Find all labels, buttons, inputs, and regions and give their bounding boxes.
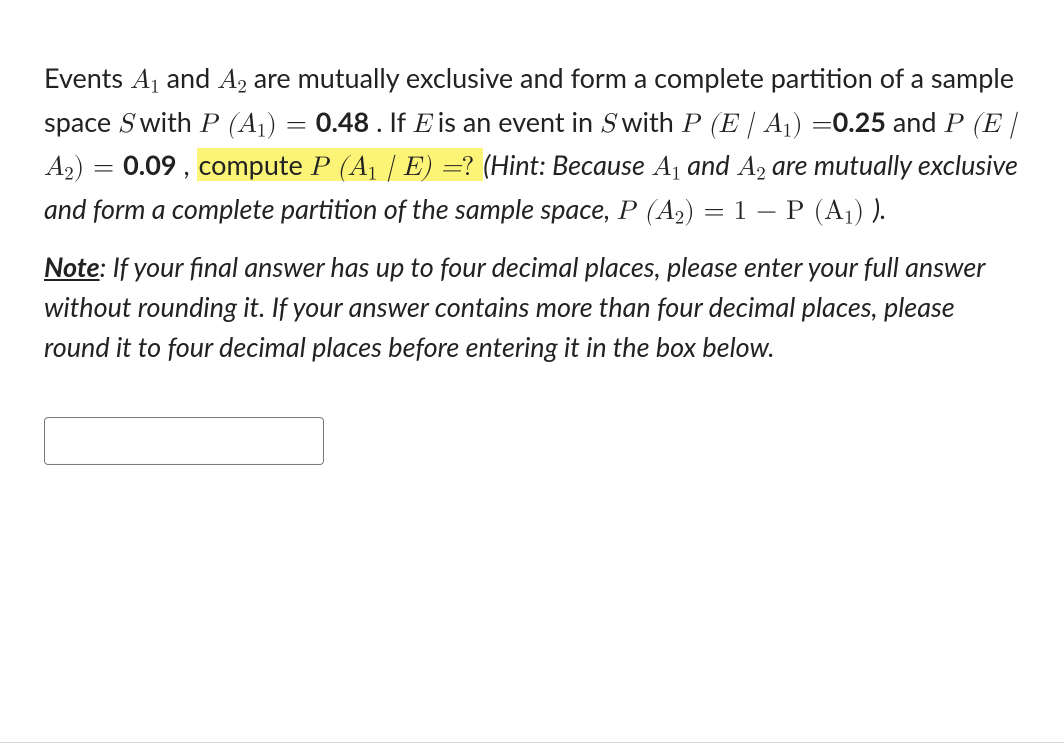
value-P-A1: 0.48 bbox=[316, 105, 369, 138]
note-paragraph: Note: If your final answer has up to fou… bbox=[44, 247, 1020, 367]
text: and bbox=[893, 105, 944, 138]
note-body: If your final answer has up to four deci… bbox=[44, 250, 985, 363]
math-S: S bbox=[118, 111, 133, 138]
divider-line bbox=[0, 742, 1064, 743]
text: with bbox=[621, 105, 680, 138]
text: and bbox=[167, 61, 218, 94]
math-A1: A1 bbox=[651, 154, 681, 181]
text: . If bbox=[376, 105, 412, 138]
math-A1: A1 bbox=[130, 67, 160, 94]
text: , bbox=[183, 148, 196, 181]
math-P-A1: P (A1) = bbox=[199, 111, 316, 138]
text: Events bbox=[44, 61, 130, 94]
highlighted-question: compute P (A1 | E) =? bbox=[197, 148, 484, 181]
text: compute bbox=[199, 148, 310, 181]
math-E: E bbox=[412, 111, 430, 138]
note-colon: : bbox=[100, 250, 113, 283]
math-S: S bbox=[600, 111, 615, 138]
math-P-A1-given-E: P (A1 | E) =? bbox=[310, 154, 475, 181]
math-P-A2-equation: P (A2) = 1 − P (A1) bbox=[617, 198, 873, 225]
note-label: Note bbox=[44, 250, 100, 283]
value-P-E-given-A1: 0.25 bbox=[833, 105, 886, 138]
text: is an event in bbox=[438, 105, 600, 138]
math-A2: A2 bbox=[736, 154, 766, 181]
problem-paragraph: Events A1 and A2 are mutually exclusive … bbox=[44, 58, 1020, 233]
math-P-E-given-A1: P (E | A1) = bbox=[681, 111, 833, 138]
answer-input[interactable] bbox=[44, 417, 324, 465]
text: with bbox=[139, 105, 198, 138]
question-container: Events A1 and A2 are mutually exclusive … bbox=[0, 0, 1064, 509]
math-A2: A2 bbox=[217, 67, 247, 94]
value-P-E-given-A2: 0.09 bbox=[123, 148, 176, 181]
